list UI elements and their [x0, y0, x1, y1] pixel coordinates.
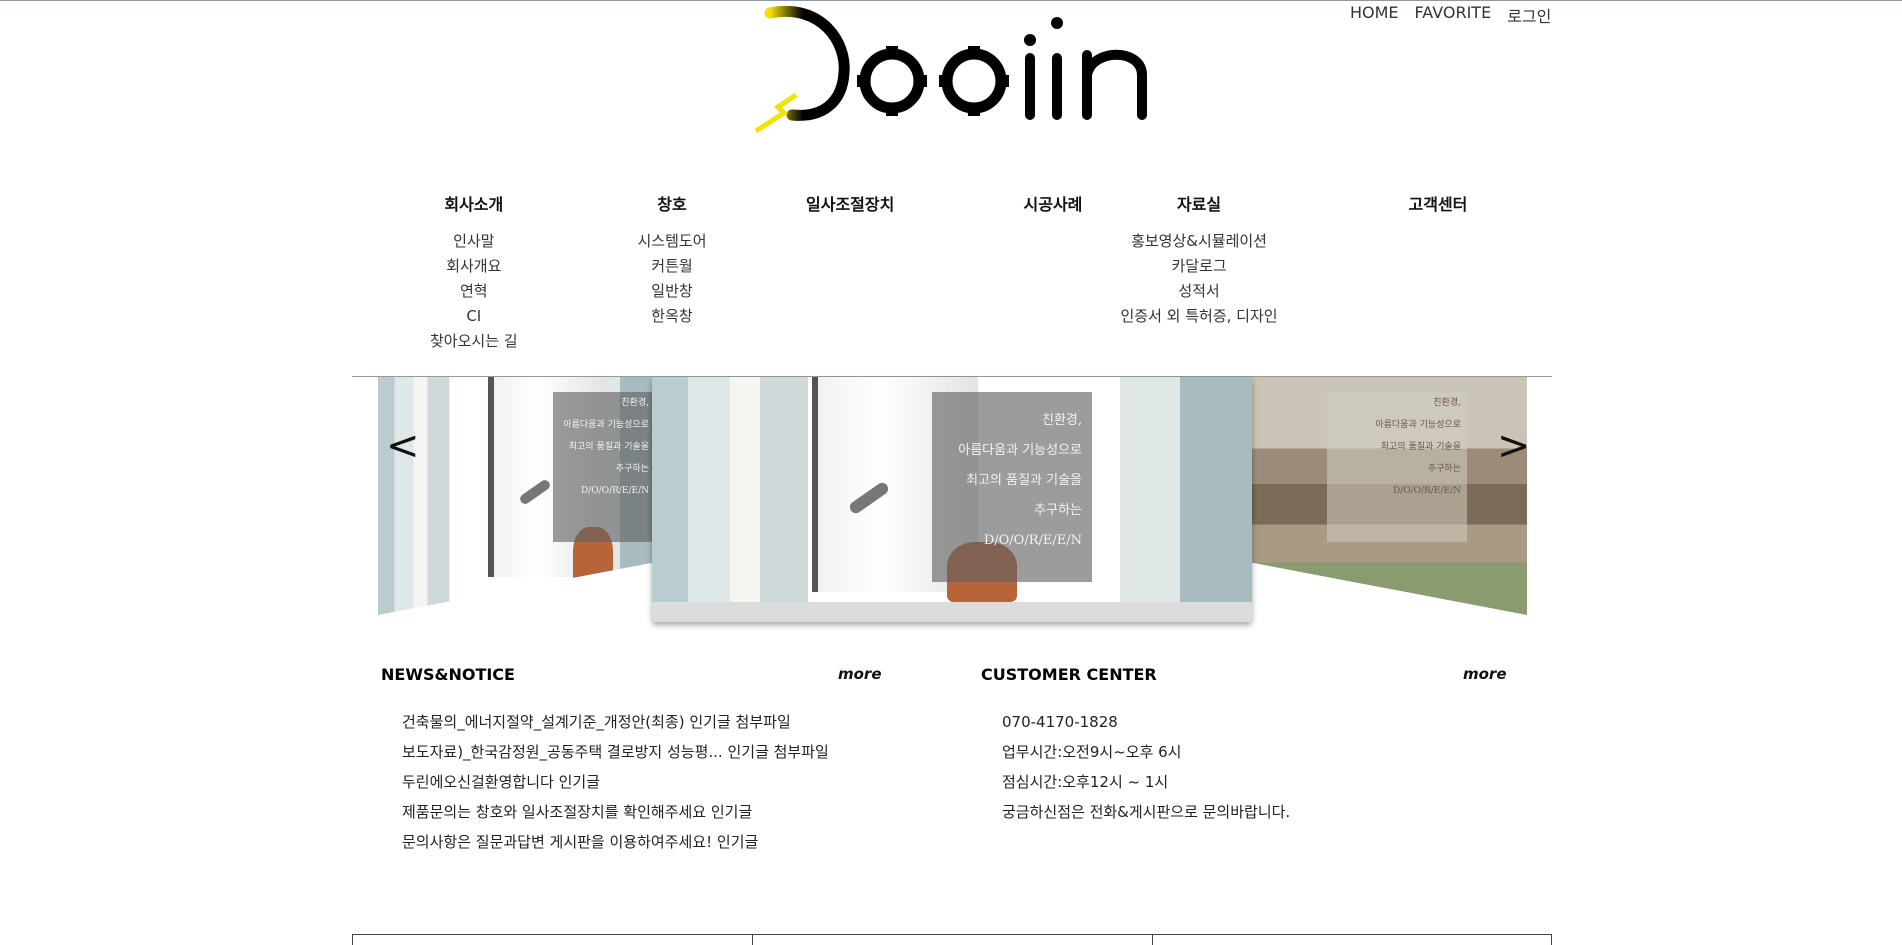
- slide-caption-3: 최고의 품질과 기술을: [966, 473, 1082, 488]
- slide-prev-caption-3: 최고의 품질과 기술을: [568, 442, 649, 452]
- submenu-test-report[interactable]: 성적서: [1121, 279, 1278, 304]
- submenu-certificates[interactable]: 인증서 외 특허증, 디자인: [1121, 304, 1278, 329]
- menu-archive-title[interactable]: 자료실: [1121, 191, 1278, 215]
- top-links: HOME FAVORITE 로그인: [1350, 3, 1551, 27]
- menu-cases-title[interactable]: 시공사례: [1024, 191, 1083, 215]
- submenu-overview[interactable]: 회사개요: [430, 254, 518, 279]
- menu-windows: 창호 시스템도어 커튼월 일반창 한옥창: [638, 191, 707, 329]
- slide-next-caption-1: 친환경,: [1433, 398, 1461, 408]
- footer-box-edge: [352, 935, 353, 945]
- menu-support: 고객센터: [1409, 191, 1468, 229]
- customer-phone: 070-4170-1828: [1002, 713, 1118, 731]
- news-title: NEWS&NOTICE: [381, 665, 515, 684]
- slide-caption-4: 추구하는: [1034, 503, 1082, 518]
- dooiin-logo[interactable]: [752, 3, 1172, 138]
- submenu-history[interactable]: 연혁: [430, 279, 518, 304]
- slide-caption-1: 친환경,: [1041, 413, 1082, 428]
- customer-info-list: 070-4170-1828 업무시간:오전9시~오후 6시 점심시간:오후12시…: [1002, 707, 1290, 827]
- main-menu: 회사소개 인사말 회사개요 연혁 CI 찾아오시는 길 창호 시스템도어 커튼월…: [390, 191, 1480, 351]
- footer-box-edge: [752, 935, 753, 945]
- customer-center-title: CUSTOMER CENTER: [981, 665, 1157, 684]
- slide-next-caption-4: 추구하는: [1427, 464, 1461, 474]
- slide-prev-caption-1: 친환경,: [621, 398, 649, 408]
- menu-cases: 시공사례: [1024, 191, 1083, 229]
- footer-box-edge: [1152, 935, 1153, 945]
- submenu-greeting[interactable]: 인사말: [430, 229, 518, 254]
- slide-prev-image[interactable]: 친환경, 아름다움과 기능성으로 최고의 품질과 기술을 추구하는 D/O/O/…: [378, 377, 653, 615]
- slider-next-arrow[interactable]: >: [1497, 423, 1531, 469]
- favorite-link[interactable]: FAVORITE: [1415, 3, 1492, 27]
- menu-archive: 자료실 홍보영상&시뮬레이션 카달로그 성적서 인증서 외 특허증, 디자인: [1121, 191, 1278, 329]
- menu-shading-title[interactable]: 일사조절장치: [806, 191, 894, 215]
- news-item[interactable]: 보도자료)_한국감정원_공동주택 결로방지 성능평... 인기글 첨부파일: [402, 737, 829, 767]
- menu-company: 회사소개 인사말 회사개요 연혁 CI 찾아오시는 길: [430, 191, 518, 354]
- customer-more-link[interactable]: more: [1463, 665, 1507, 683]
- footer-banner-row: [352, 934, 1552, 945]
- home-link[interactable]: HOME: [1350, 3, 1399, 27]
- submenu-curtain-wall[interactable]: 커튼월: [638, 254, 707, 279]
- news-more-link[interactable]: more: [838, 665, 882, 683]
- image-slider: 친환경, 아름다움과 기능성으로 최고의 품질과 기술을 추구하는 D/O/O/…: [378, 377, 1531, 627]
- slide-next-caption-3: 최고의 품질과 기술을: [1380, 442, 1461, 452]
- slide-prev-caption-2: 아름다움과 기능성으로: [563, 420, 649, 430]
- news-item[interactable]: 두린에오신걸환영합니다 인기글: [402, 767, 829, 797]
- slide-next-caption-5: D/O/O/R/E/E/N: [1393, 486, 1461, 496]
- slider-prev-arrow[interactable]: <: [386, 423, 420, 469]
- menu-shading: 일사조절장치: [806, 191, 894, 229]
- menu-windows-title[interactable]: 창호: [638, 191, 707, 215]
- news-item[interactable]: 문의사항은 질문과답변 게시판을 이용하여주세요! 인기글: [402, 827, 829, 857]
- submenu-catalog[interactable]: 카달로그: [1121, 254, 1278, 279]
- submenu-general-window[interactable]: 일반창: [638, 279, 707, 304]
- submenu-ci[interactable]: CI: [430, 304, 518, 329]
- slide-prev-caption-4: 추구하는: [615, 464, 649, 474]
- footer-box-edge: [1551, 935, 1552, 945]
- slide-caption-5: D/O/O/R/E/E/N: [983, 533, 1082, 548]
- submenu-system-door[interactable]: 시스템도어: [638, 229, 707, 254]
- menu-company-title[interactable]: 회사소개: [430, 191, 518, 215]
- submenu-video[interactable]: 홍보영상&시뮬레이션: [1121, 229, 1278, 254]
- slide-caption-2: 아름다움과 기능성으로: [958, 443, 1082, 458]
- news-item[interactable]: 제품문의는 창호와 일사조절장치를 확인해주세요 인기글: [402, 797, 829, 827]
- submenu-directions[interactable]: 찾아오시는 길: [430, 329, 518, 354]
- news-list: 건축물의_에너지절약_설계기준_개정안(최종) 인기글 첨부파일 보도자료)_한…: [402, 707, 829, 857]
- slide-prev-caption-5: D/O/O/R/E/E/N: [581, 486, 649, 496]
- menu-support-title[interactable]: 고객센터: [1409, 191, 1468, 215]
- customer-note: 궁금하신점은 전화&게시판으로 문의바랍니다.: [1002, 803, 1291, 821]
- login-link[interactable]: 로그인: [1507, 3, 1551, 27]
- customer-business-hours: 업무시간:오전9시~오후 6시: [1002, 743, 1182, 761]
- slide-next-caption-2: 아름다움과 기능성으로: [1375, 420, 1461, 430]
- slide-current-image[interactable]: 친환경, 아름다움과 기능성으로 최고의 품질과 기술을 추구하는 D/O/O/…: [652, 377, 1252, 622]
- slide-next-image[interactable]: 친환경, 아름다움과 기능성으로 최고의 품질과 기술을 추구하는 D/O/O/…: [1252, 377, 1527, 615]
- customer-lunch-hours: 점심시간:오후12시 ~ 1시: [1002, 773, 1169, 791]
- news-item[interactable]: 건축물의_에너지절약_설계기준_개정안(최종) 인기글 첨부파일: [402, 707, 829, 737]
- submenu-hanok-window[interactable]: 한옥창: [638, 304, 707, 329]
